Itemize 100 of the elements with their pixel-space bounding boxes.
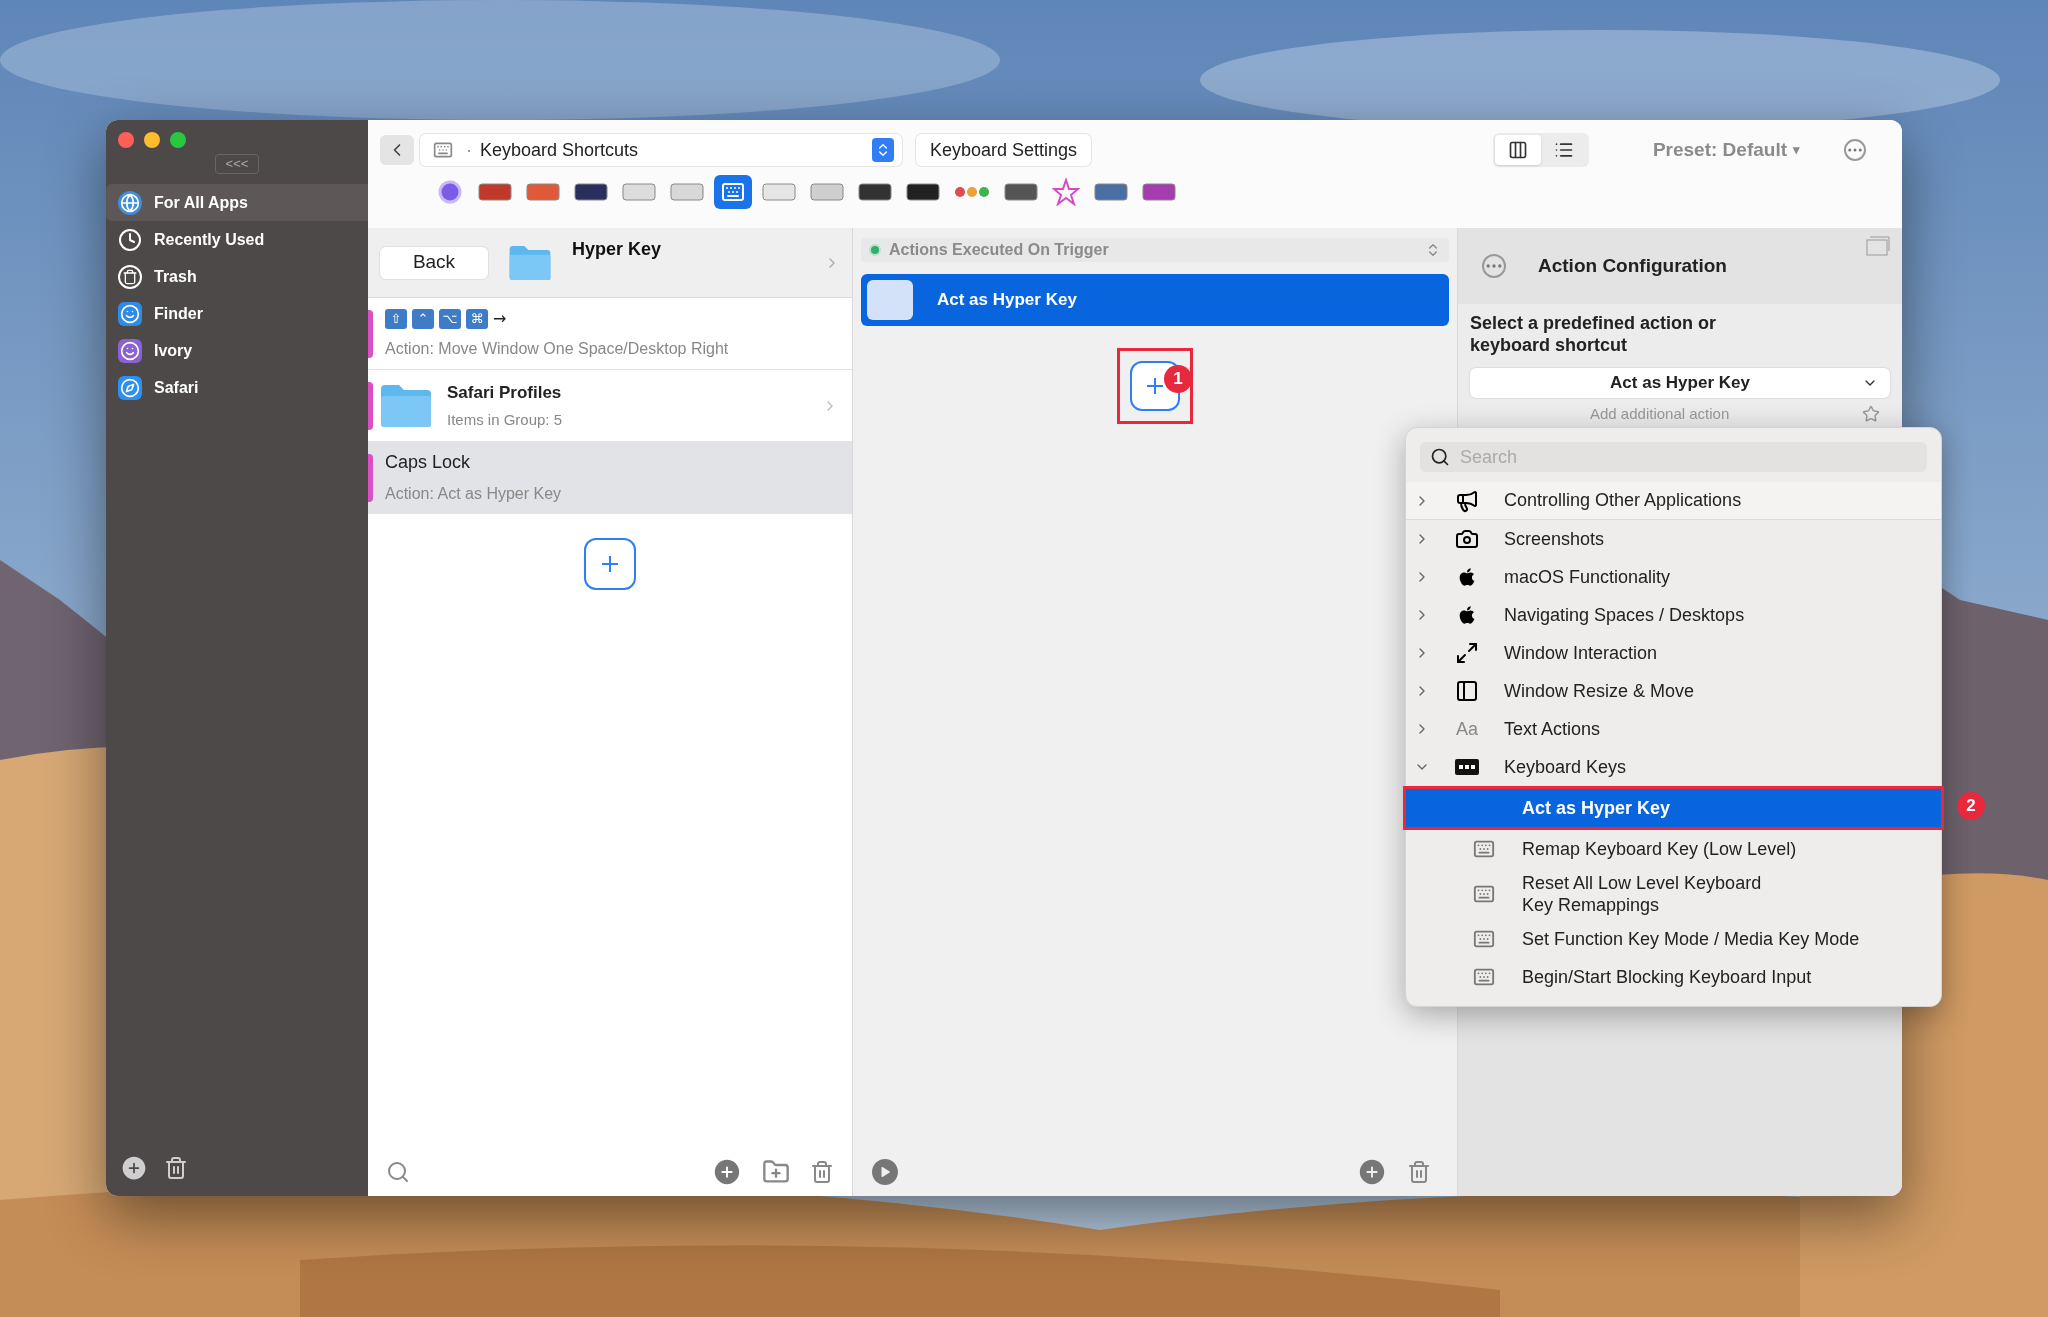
device-icon — [1094, 181, 1128, 203]
more-icon[interactable] — [1482, 254, 1506, 278]
columns-icon — [1507, 140, 1528, 160]
delete-icon[interactable] — [164, 1156, 188, 1180]
action-option[interactable]: Set Function Key Mode / Media Key Mode — [1406, 920, 1941, 958]
dots-icon — [954, 186, 990, 198]
clock-icon — [118, 227, 142, 252]
keyboard-icon — [1471, 966, 1497, 988]
apple-icon — [1457, 605, 1477, 625]
back-button[interactable]: Back — [380, 246, 488, 279]
delete-icon[interactable] — [1407, 1160, 1431, 1184]
modifier-key: ⌘ — [466, 308, 488, 329]
apple-icon — [1457, 567, 1477, 587]
action-row[interactable]: Act as Hyper Key — [861, 274, 1449, 326]
globe-icon — [118, 190, 142, 215]
prompt-text: Select a predefined action or keyboard shortcut — [1470, 312, 1718, 356]
group-count: Items in Group: 5 — [447, 410, 563, 430]
arrow-glyph: → — [493, 307, 507, 330]
sidebar-item[interactable]: Ivory — [106, 332, 368, 369]
device-icon — [622, 181, 656, 203]
category-row[interactable]: Keyboard Keys — [1406, 748, 1941, 786]
new-folder-icon[interactable] — [762, 1158, 790, 1186]
panel-title: Action Configuration — [1538, 253, 1727, 278]
modifier-key: ⇧ — [385, 308, 407, 329]
play-icon[interactable] — [869, 1156, 901, 1188]
sidebar-item[interactable]: Safari — [106, 369, 368, 406]
action-option[interactable]: Act as Hyper Key — [1406, 789, 1941, 827]
device-icon — [1004, 181, 1038, 203]
search-icon — [1430, 447, 1450, 467]
device-icon — [574, 181, 608, 203]
collapse-sidebar-button[interactable]: <<< — [214, 154, 260, 174]
folder-icon — [379, 382, 433, 429]
sidebar-item[interactable]: For All Apps — [106, 184, 368, 221]
action-select[interactable]: Act as Hyper Key — [1470, 368, 1890, 398]
search-field[interactable]: Search — [1420, 442, 1927, 472]
category-row[interactable]: Window Interaction — [1406, 634, 1941, 672]
device-icon — [858, 181, 892, 203]
keyboard-icon — [1471, 838, 1497, 860]
action-option[interactable]: Begin/Start Blocking Keyboard Input — [1406, 958, 1941, 996]
category-row[interactable]: macOS Functionality — [1406, 558, 1941, 596]
folder-icon — [508, 243, 552, 282]
sidebar-item[interactable]: Finder — [106, 295, 368, 332]
action-option[interactable]: Remap Keyboard Key (Low Level) — [1406, 830, 1941, 868]
action-description: Action: Act as Hyper Key — [385, 484, 562, 504]
category-row[interactable]: Navigating Spaces / Desktops — [1406, 596, 1941, 634]
delete-icon[interactable] — [810, 1160, 834, 1184]
zoom-window-control[interactable] — [170, 132, 186, 148]
device-icon — [670, 181, 704, 203]
trash-icon — [118, 264, 142, 289]
close-window-control[interactable] — [118, 132, 134, 148]
action-description: Action: Move Window One Space/Desktop Right — [385, 338, 729, 359]
camera-icon — [1455, 527, 1479, 551]
device-icon — [1142, 181, 1176, 203]
back-button[interactable] — [380, 135, 414, 165]
category-row[interactable]: Screenshots — [1406, 520, 1941, 558]
device-icon — [810, 181, 844, 203]
category-row[interactable]: Aa Text Actions — [1406, 710, 1941, 748]
keyboard-settings-button[interactable]: Keyboard Settings — [916, 134, 1092, 166]
trigger-name: Caps Lock — [385, 451, 472, 474]
plus-icon — [600, 554, 620, 574]
keyboard-icon — [1471, 883, 1497, 905]
step-badge: 1 — [1164, 365, 1192, 393]
star-icon[interactable] — [1862, 405, 1880, 423]
app-icon — [118, 338, 142, 363]
list-icon — [1553, 140, 1574, 160]
add-icon[interactable] — [120, 1154, 148, 1182]
text-glyph: Aa — [1456, 717, 1478, 741]
category-row[interactable]: Window Resize & Move — [1406, 672, 1941, 710]
modifier-key: ⌃ — [412, 308, 434, 329]
sidebar-item[interactable]: Recently Used — [106, 221, 368, 258]
star-icon — [1052, 178, 1080, 206]
group-name: Safari Profiles — [447, 381, 563, 404]
add-icon[interactable] — [1357, 1157, 1387, 1187]
plus-icon — [1145, 376, 1165, 396]
action-option[interactable]: Reset All Low Level Keyboard Key Remappings — [1406, 868, 1941, 920]
action-icon — [867, 280, 913, 320]
minimize-window-control[interactable] — [144, 132, 160, 148]
modifier-key: ⌥ — [439, 308, 461, 329]
device-icon — [478, 181, 512, 203]
more-icon[interactable] — [1844, 139, 1866, 161]
sidebar-item[interactable]: Trash — [106, 258, 368, 295]
search-icon[interactable] — [386, 1160, 410, 1184]
device-icon — [762, 181, 796, 203]
app-icon — [118, 301, 142, 326]
add-trigger-button[interactable] — [584, 538, 636, 590]
device-icon — [526, 181, 560, 203]
trigger-category-dropdown[interactable]: · Keyboard Shortcuts — [420, 134, 902, 166]
add-icon[interactable] — [712, 1157, 742, 1187]
group-title: Hyper Key — [572, 238, 662, 261]
device-icon — [906, 181, 940, 203]
trigger-row[interactable]: Caps Lock Action: Act as Hyper Key — [368, 442, 852, 514]
megaphone-icon — [1455, 488, 1479, 513]
expand-arrows-icon — [1455, 641, 1479, 665]
compass-icon — [118, 375, 142, 400]
keyboard-icon — [1471, 928, 1497, 950]
circle-icon — [438, 180, 462, 204]
view-mode-toggle[interactable] — [1492, 133, 1589, 167]
panel-icon — [1455, 679, 1479, 703]
category-row[interactable]: Controlling Other Applications — [1406, 482, 1941, 520]
keyboard-label-icon — [1455, 757, 1479, 777]
